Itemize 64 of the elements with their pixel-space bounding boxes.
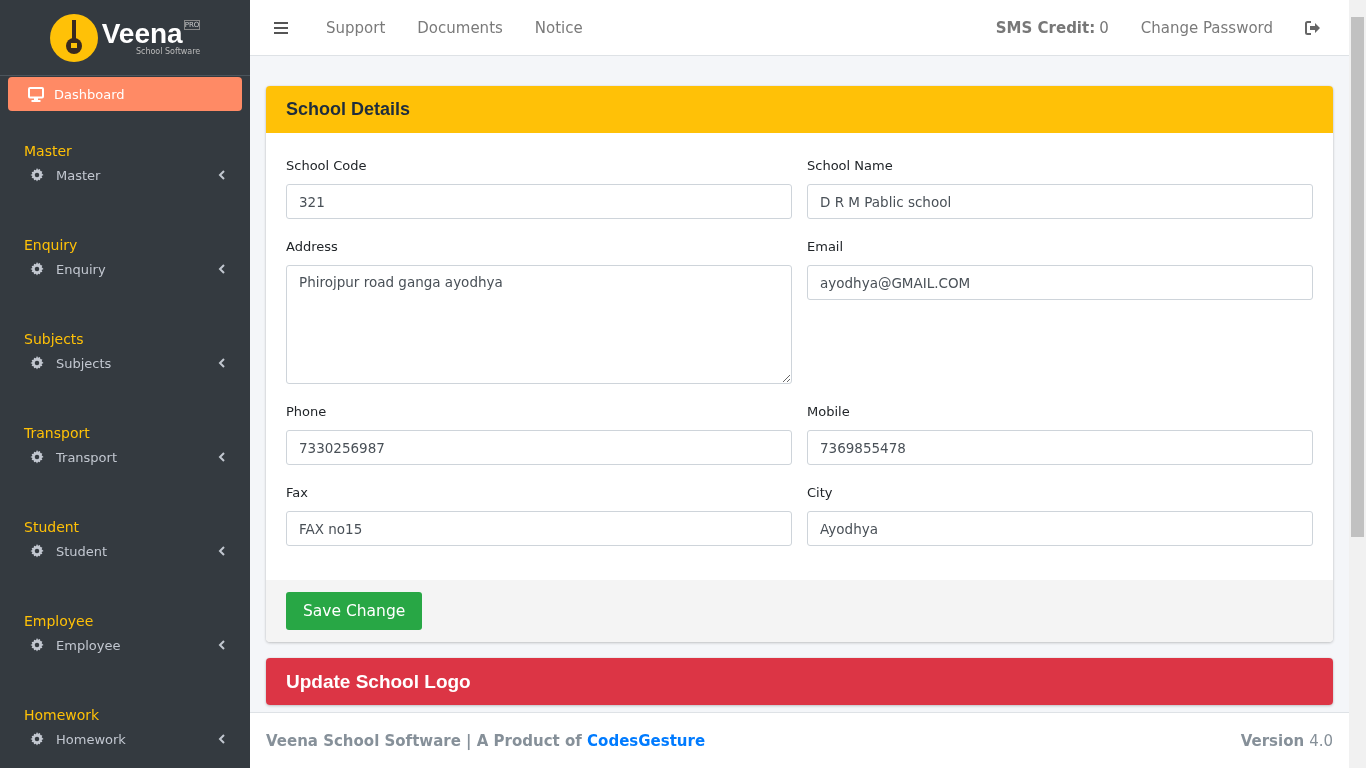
input-field[interactable]: Ayodhya — [807, 511, 1313, 546]
sidebar-section-heading: Homework — [23, 706, 101, 725]
menu-icon — [274, 21, 288, 34]
chevron-left-icon — [218, 546, 226, 556]
sidebar-menu-item[interactable]: Master — [0, 161, 250, 189]
field-label: City — [807, 484, 834, 501]
nav-link[interactable]: Documents — [401, 18, 519, 37]
codesgesture-link[interactable]: CodesGesture — [587, 731, 706, 750]
field-label: Address — [286, 238, 339, 255]
gear-icon — [30, 262, 44, 276]
gear-icon — [30, 356, 44, 370]
field-label: Mobile — [807, 403, 851, 420]
sidebar-menu-item[interactable]: Subjects — [0, 349, 250, 377]
input-field[interactable]: 321 — [286, 184, 792, 219]
input-field[interactable]: 7330256987 — [286, 430, 792, 465]
chevron-left-icon — [218, 640, 226, 650]
input-field[interactable]: FAX no15 — [286, 511, 792, 546]
input-field[interactable]: ayodhya@GMAIL.COM — [807, 265, 1313, 300]
chevron-left-icon — [218, 734, 226, 744]
field-label: School Name — [807, 157, 894, 174]
sidebar-menu-item[interactable]: Employee — [0, 631, 250, 659]
gear-icon — [30, 638, 44, 652]
version-number: 4.0 — [1309, 731, 1333, 750]
input-field[interactable]: D R M Pablic school — [807, 184, 1313, 219]
chevron-left-icon — [218, 452, 226, 462]
veena-logo-icon — [49, 13, 98, 62]
sms-credit-label: SMS Credit: — [995, 18, 1096, 37]
gear-icon — [30, 450, 44, 464]
field-label: School Code — [286, 157, 368, 174]
chevron-left-icon — [218, 264, 226, 274]
sms-credit-value: 0 — [1099, 18, 1109, 37]
footer-text: Veena School Software | A Product of CodesGesture — [266, 731, 706, 750]
scrollbar-thumb[interactable] — [1351, 17, 1364, 537]
version-label: Version — [1240, 731, 1305, 750]
chevron-left-icon — [218, 170, 226, 180]
card-title: School Details — [286, 99, 411, 120]
sidebar-section-heading: Employee — [23, 612, 95, 631]
monitor-icon — [28, 86, 44, 102]
scrollbar[interactable] — [1349, 0, 1366, 768]
field-label: Fax — [286, 484, 309, 501]
chevron-left-icon — [218, 358, 226, 368]
sidebar-menu-item[interactable]: Transport — [0, 443, 250, 471]
field-label: Email — [807, 238, 845, 255]
brand-name: Veena — [101, 19, 183, 48]
sidebar-menu-item[interactable]: Homework — [0, 725, 250, 753]
brand-tagline: School Software — [135, 46, 201, 56]
sidebar-section-heading: Master — [23, 142, 73, 161]
gear-icon — [30, 732, 44, 746]
gear-icon — [30, 544, 44, 558]
address-field[interactable]: Phirojpur road ganga ayodhya — [286, 265, 792, 384]
sidebar-section-heading: Enquiry — [23, 236, 79, 255]
sidebar-section-heading: Student — [23, 518, 81, 537]
sidebar-menu-item[interactable]: Enquiry — [0, 255, 250, 283]
sign-out-icon — [1305, 20, 1321, 35]
card-title: Update School Logo — [286, 670, 471, 693]
nav-link[interactable]: Notice — [518, 18, 599, 37]
sidebar-section-heading: Transport — [23, 424, 91, 443]
nav-link[interactable]: Support — [310, 18, 402, 37]
sidebar-section-heading: Subjects — [23, 330, 85, 349]
sidebar-menu-item[interactable]: Student — [0, 537, 250, 565]
input-field[interactable]: 7369855478 — [807, 430, 1313, 465]
change-password-link[interactable]: Change Password — [1124, 18, 1289, 37]
field-label: Phone — [286, 403, 328, 420]
gear-icon — [30, 168, 44, 182]
